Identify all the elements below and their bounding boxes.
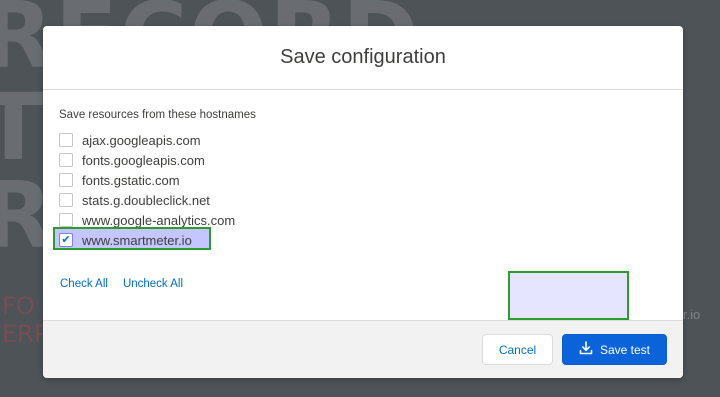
- hostname-list: ajax.googleapis.com fonts.googleapis.com…: [52, 130, 236, 250]
- save-configuration-modal: Save configuration Save resources from t…: [43, 26, 683, 378]
- hostname-label: fonts.googleapis.com: [82, 152, 205, 168]
- download-icon: [579, 341, 593, 358]
- cancel-button-label: Cancel: [498, 342, 537, 357]
- save-test-button-label: Save test: [599, 342, 651, 357]
- hostname-label: www.google-analytics.com: [82, 212, 236, 228]
- hostname-item-smartmeter[interactable]: ✔ www.smartmeter.io: [52, 227, 235, 250]
- checkbox[interactable]: [59, 173, 73, 187]
- hostname-item[interactable]: ajax.googleapis.com: [59, 130, 235, 150]
- uncheck-all-link[interactable]: Uncheck All: [123, 278, 183, 290]
- hostname-label: fonts.gstatic.com: [82, 172, 180, 188]
- check-all-link[interactable]: Check All: [60, 278, 108, 290]
- checkbox[interactable]: [59, 133, 73, 147]
- hostname-label: www.smartmeter.io: [82, 232, 192, 248]
- cancel-button[interactable]: Cancel: [482, 334, 553, 365]
- modal-body: Save resources from these hostnames ajax…: [43, 90, 683, 320]
- checkbox-checked[interactable]: ✔: [59, 233, 73, 247]
- hostname-item[interactable]: stats.g.doubleclick.net: [59, 190, 235, 210]
- hostname-item[interactable]: fonts.googleapis.com: [59, 150, 235, 170]
- checkmark-icon: ✔: [61, 233, 71, 246]
- modal-title: Save configuration: [280, 46, 446, 68]
- hostname-label: stats.g.doubleclick.net: [82, 192, 210, 208]
- bulk-select-links: Check All Uncheck All: [60, 278, 183, 290]
- section-label: Save resources from these hostnames: [59, 109, 256, 121]
- checkbox[interactable]: [59, 153, 73, 167]
- checkbox[interactable]: [59, 213, 73, 227]
- modal-footer: Cancel Save test: [43, 320, 683, 378]
- save-test-button[interactable]: Save test: [562, 334, 667, 365]
- hostname-item[interactable]: fonts.gstatic.com: [59, 170, 235, 190]
- hostname-label: ajax.googleapis.com: [82, 132, 201, 148]
- checkbox[interactable]: [59, 193, 73, 207]
- modal-header: Save configuration: [43, 26, 683, 90]
